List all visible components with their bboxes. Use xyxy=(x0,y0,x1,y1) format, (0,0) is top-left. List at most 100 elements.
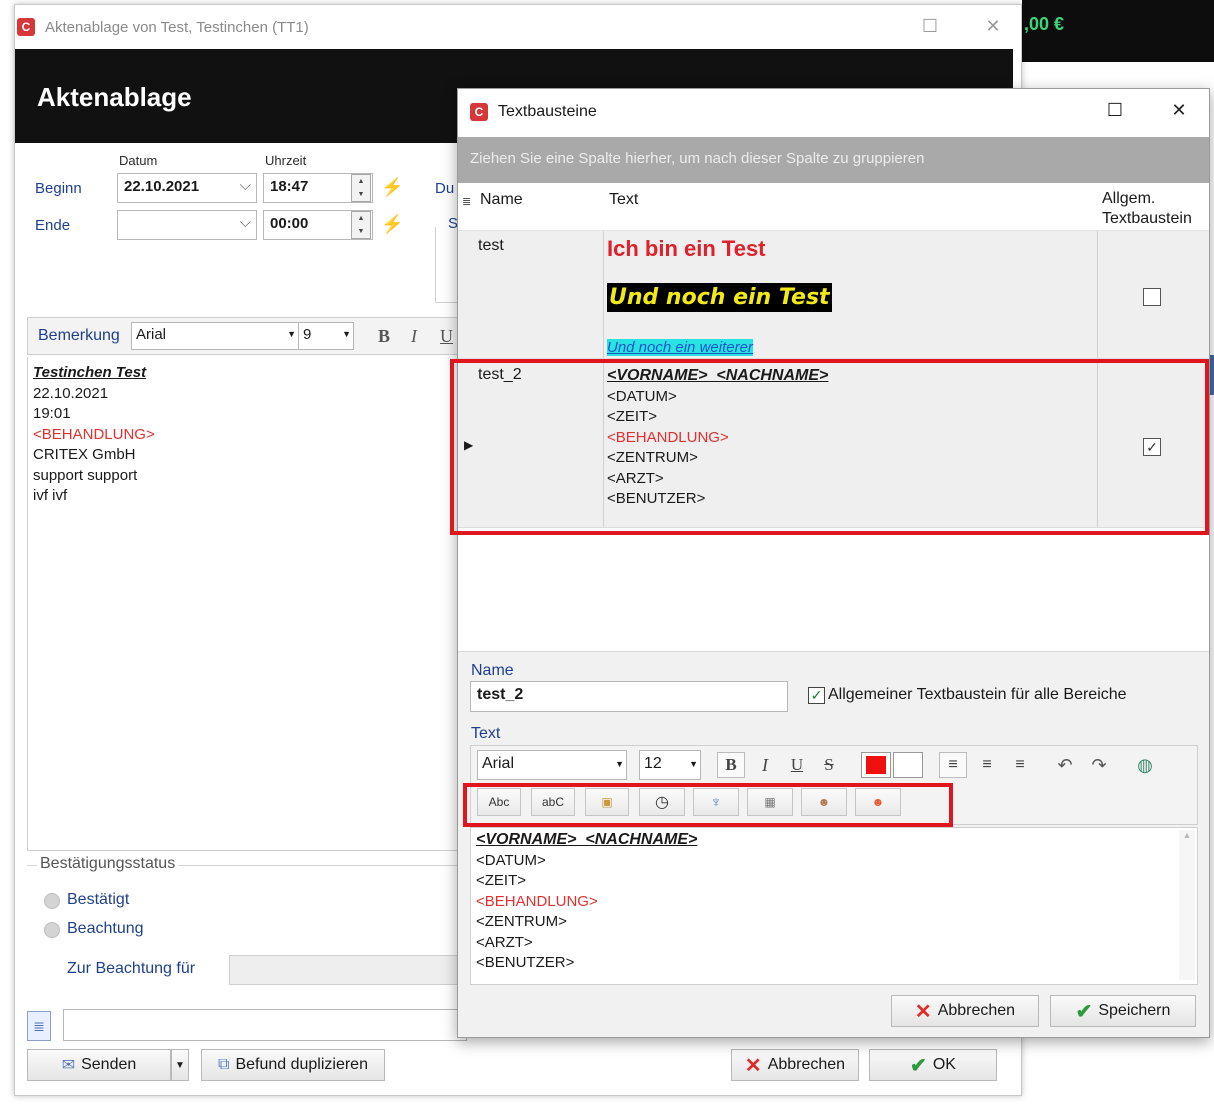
grid-header: ≣ Name Text Allgem. Textbaustein xyxy=(458,183,1209,231)
undo-icon[interactable]: ↶ xyxy=(1051,752,1079,778)
redo-icon[interactable]: ↷ xyxy=(1085,752,1113,778)
allgemein-checkbox[interactable]: ✓ xyxy=(808,687,825,704)
dialog-abbrechen-button[interactable]: ✕ Abbrechen xyxy=(891,995,1039,1027)
senden-button[interactable]: ✉ Senden xyxy=(27,1049,171,1081)
strikethrough-icon[interactable]: S xyxy=(817,752,841,778)
speichern-button[interactable]: ✔ Speichern xyxy=(1050,995,1196,1027)
maximize-button[interactable]: ☐ xyxy=(915,13,945,39)
datum-label: Datum xyxy=(119,153,158,168)
column-header-name[interactable]: Name xyxy=(480,191,523,209)
dialog-close-button[interactable]: ✕ xyxy=(1164,97,1194,123)
befund-duplizieren-button[interactable]: ⧉ Befund duplizieren xyxy=(201,1049,385,1081)
column-header-text[interactable]: Text xyxy=(609,191,638,209)
italic-icon[interactable]: I xyxy=(753,752,777,778)
bemerkung-label: Bemerkung xyxy=(38,327,120,344)
bottom-input[interactable] xyxy=(63,1009,467,1041)
senden-dropdown-button[interactable]: ▼ xyxy=(171,1049,189,1081)
highlight-box xyxy=(463,783,953,827)
main-titlebar: C Aktenablage von Test, Testinchen (TT1) xyxy=(15,5,1021,49)
beachtung-label: Beachtung xyxy=(67,920,144,937)
row-text-line: Ich bin ein Test xyxy=(607,236,766,261)
editor-size-select[interactable]: 12 ▼ xyxy=(639,750,701,780)
align-right-icon[interactable]: ≡ xyxy=(1006,752,1034,778)
column-header-allgem[interactable]: Allgem. Textbaustein xyxy=(1102,189,1192,229)
du-label: Du xyxy=(435,180,455,197)
row-name: test xyxy=(478,237,504,254)
name-label: Name xyxy=(471,662,514,679)
bemerkung-text-area[interactable]: Testinchen Test 22.10.2021 19:01 <BEHAND… xyxy=(27,357,467,851)
send-icon: ✉ xyxy=(61,1057,76,1074)
bemerkung-toolbar: Bemerkung Arial ▼ 9 ▼ B I U xyxy=(27,317,467,355)
ende-label: Ende xyxy=(35,217,71,234)
note-line: 19:01 xyxy=(33,405,71,422)
column-chooser-icon[interactable]: ≣ xyxy=(462,195,471,208)
allgem-checkbox[interactable] xyxy=(1143,288,1161,306)
bestaetigt-label: Bestätigt xyxy=(67,891,130,908)
editor-line: <VORNAME> <NACHNAME> xyxy=(476,831,698,848)
ende-date-input[interactable]: ⌵ xyxy=(117,210,257,240)
text-color-button[interactable] xyxy=(861,752,891,778)
dropdown-arrow-icon: ▼ xyxy=(615,759,624,769)
ok-button[interactable]: ✔ OK xyxy=(869,1049,997,1081)
editor-text-area[interactable]: <VORNAME> <NACHNAME> <DATUM> <ZEIT> <BEH… xyxy=(470,827,1198,985)
app-icon: C xyxy=(470,103,488,121)
name-input[interactable]: test_2 xyxy=(470,681,788,712)
group-panel[interactable]: Ziehen Sie eine Spalte hierher, um nach … xyxy=(458,137,1209,183)
italic-icon[interactable]: I xyxy=(411,326,417,347)
main-abbrechen-button[interactable]: ✕ Abbrechen xyxy=(731,1049,859,1081)
status-legend: Bestätigungsstatus xyxy=(37,855,179,873)
editor-line: <DATUM> xyxy=(476,851,546,869)
check-icon: ✔ xyxy=(910,1054,927,1077)
ende-time-spinner[interactable]: ▲ ▼ xyxy=(351,211,371,239)
row-text-line: Und noch ein weiterer xyxy=(607,339,753,356)
dialog-maximize-button[interactable]: ☐ xyxy=(1100,97,1130,123)
globe-icon[interactable]: ◍ xyxy=(1131,752,1159,778)
lightning-icon[interactable]: ⚡ xyxy=(381,177,403,198)
editor-line: <ZEIT> xyxy=(476,872,527,889)
table-row[interactable]: test Ich bin ein Test Und noch ein Test … xyxy=(458,231,1209,359)
app-icon: C xyxy=(17,18,35,36)
allgemein-label: Allgemeiner Textbaustein für alle Bereic… xyxy=(828,686,1127,703)
align-center-icon[interactable]: ≡ xyxy=(973,752,1001,778)
note-line: CRITEX GmbH xyxy=(33,446,136,463)
uhrzeit-label: Uhrzeit xyxy=(265,153,307,168)
highlight-box xyxy=(450,359,1209,535)
beginn-date-input[interactable]: 22.10.2021 ⌵ xyxy=(117,173,257,203)
editor-font-select[interactable]: Arial ▼ xyxy=(477,750,627,780)
duplicate-icon: ⧉ xyxy=(218,1056,230,1073)
close-button[interactable]: ✕ xyxy=(978,13,1008,39)
underline-icon[interactable]: U xyxy=(440,326,453,347)
bemerkung-size-select[interactable]: 9 ▼ xyxy=(298,322,354,350)
background-color-button[interactable] xyxy=(893,752,923,778)
balance-text: ,00 € xyxy=(1024,14,1065,34)
check-icon: ✔ xyxy=(1075,1000,1093,1023)
beachtung-radio[interactable] xyxy=(44,922,60,938)
bold-icon[interactable]: B xyxy=(717,752,745,778)
underline-icon[interactable]: U xyxy=(785,752,809,778)
dialog-title: Textbausteine xyxy=(498,103,597,120)
page-title: Aktenablage xyxy=(37,82,192,112)
row-text-line: Und noch ein Test xyxy=(607,283,832,312)
zur-beachtung-label: Zur Beachtung für xyxy=(67,960,196,977)
beginn-time-spinner[interactable]: ▲ ▼ xyxy=(351,174,371,202)
dropdown-arrow-icon: ▼ xyxy=(689,759,698,769)
align-left-icon[interactable]: ≡ xyxy=(939,752,967,778)
note-line: 22.10.2021 xyxy=(33,384,109,402)
background-window: ,00 € xyxy=(1022,0,1214,62)
editor-scrollbar[interactable]: ▲ xyxy=(1179,830,1195,980)
cancel-x-icon: ✕ xyxy=(914,1000,932,1023)
lightning-icon[interactable]: ⚡ xyxy=(381,214,403,235)
chevron-down-icon: ⌵ xyxy=(239,214,251,231)
cancel-x-icon: ✕ xyxy=(744,1054,762,1077)
dropdown-arrow-icon: ▼ xyxy=(342,329,351,339)
document-icon[interactable]: ≣ xyxy=(27,1011,51,1041)
dialog-titlebar: C Textbausteine xyxy=(458,89,1209,135)
bestaetigt-radio[interactable] xyxy=(44,893,60,909)
dropdown-arrow-icon: ▼ xyxy=(287,329,296,339)
note-line: <BEHANDLUNG> xyxy=(33,425,155,443)
bold-icon[interactable]: B xyxy=(378,326,390,347)
note-line: ivf ivf xyxy=(33,487,68,504)
bemerkung-font-select[interactable]: Arial ▼ xyxy=(131,322,299,350)
zur-beachtung-input[interactable] xyxy=(229,955,469,985)
textbausteine-dialog: C Textbausteine ☐ ✕ Ziehen Sie eine Spal… xyxy=(450,88,1210,1038)
